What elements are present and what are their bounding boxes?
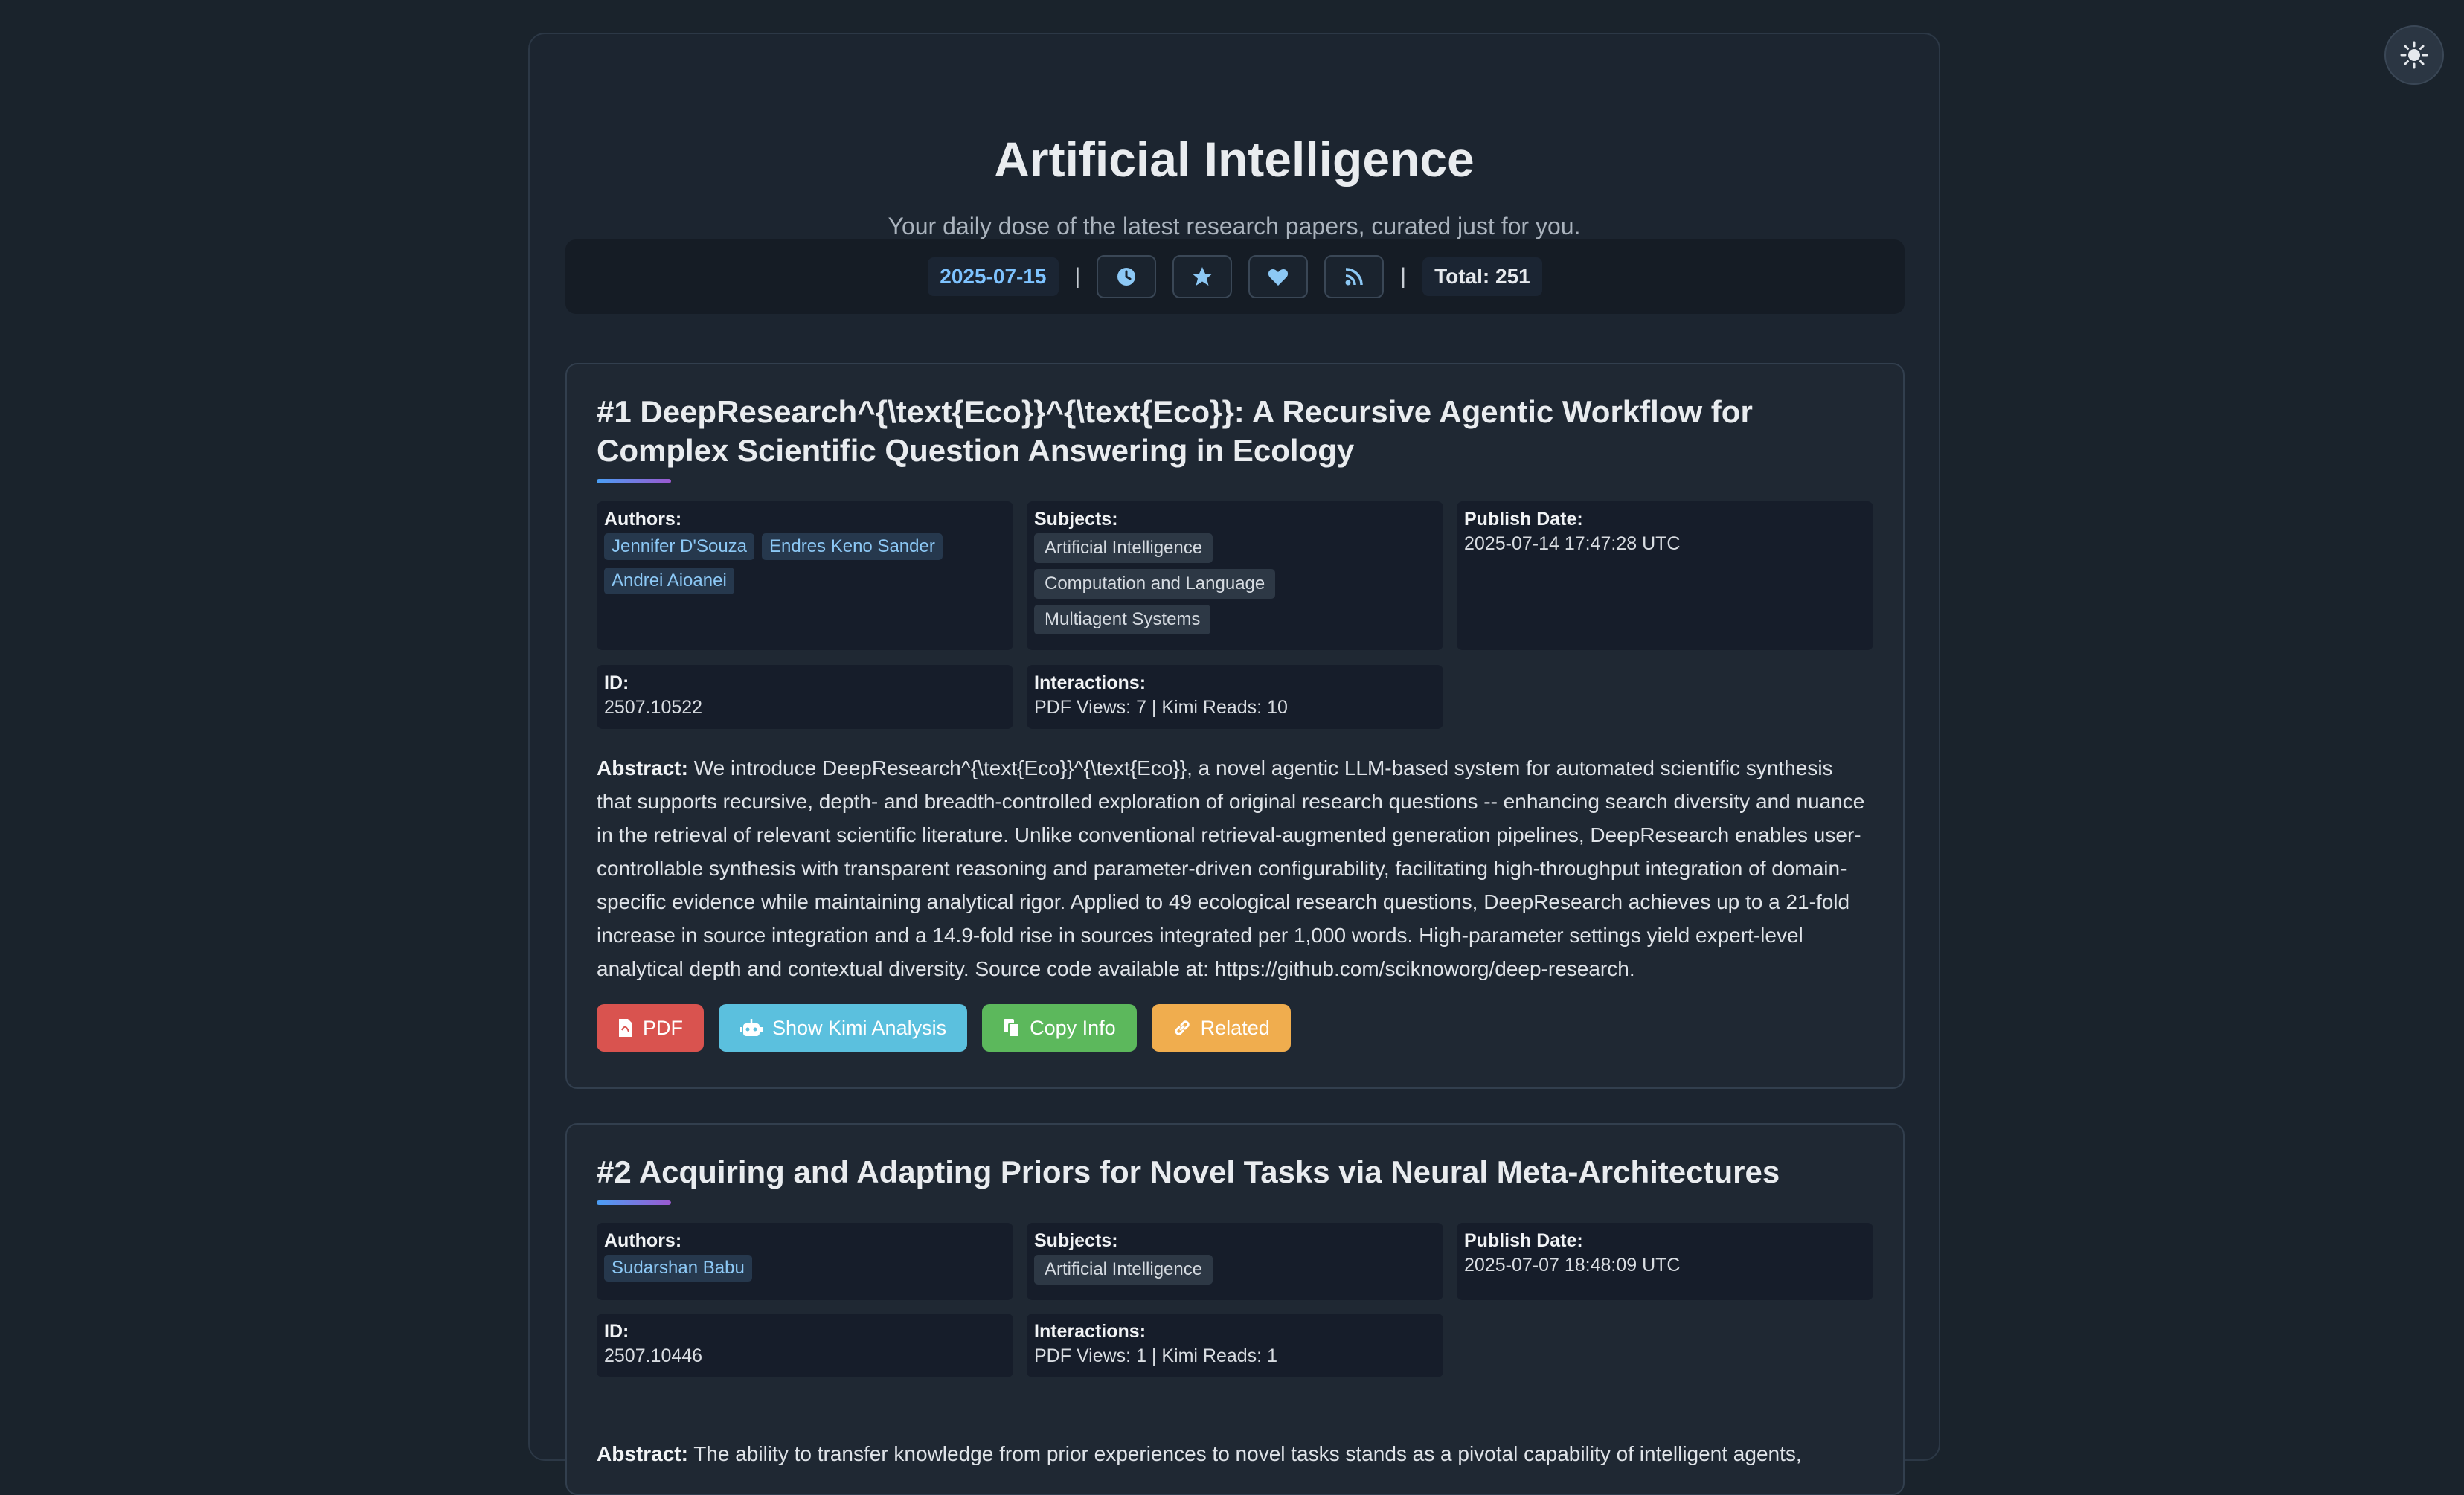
subject-tag[interactable]: Multiagent Systems bbox=[1034, 605, 1211, 634]
history-button[interactable] bbox=[1097, 255, 1157, 298]
id-label: ID: bbox=[604, 1321, 629, 1342]
likes-button[interactable] bbox=[1248, 255, 1309, 298]
copy-icon bbox=[1004, 1019, 1021, 1038]
separator: | bbox=[1074, 264, 1081, 289]
title-underline bbox=[597, 1200, 671, 1205]
authors-box: Authors: Jennifer D'Souza Endres Keno Sa… bbox=[597, 501, 1013, 650]
publish-date-label: Publish Date: bbox=[1464, 1230, 1583, 1251]
link-icon bbox=[1175, 1020, 1190, 1035]
interactions-label: Interactions: bbox=[1034, 672, 1146, 693]
interactions-value: PDF Views: 7 | Kimi Reads: 10 bbox=[1034, 697, 1288, 718]
publish-date-box: Publish Date: 2025-07-14 17:47:28 UTC bbox=[1457, 501, 1873, 650]
abstract: Abstract: We introduce DeepResearch^{\te… bbox=[597, 751, 1873, 986]
star-icon bbox=[1193, 267, 1213, 286]
kimi-button-label: Show Kimi Analysis bbox=[772, 1016, 947, 1039]
subjects-box: Subjects: Artificial Intelligence bbox=[1027, 1223, 1443, 1300]
related-button[interactable]: Related bbox=[1151, 1004, 1291, 1052]
toolbar: 2025-07-15 | | Total: 251 bbox=[565, 239, 1905, 314]
subject-tag[interactable]: Computation and Language bbox=[1034, 569, 1276, 599]
sun-icon bbox=[2400, 41, 2428, 69]
abstract-label: Abstract: bbox=[597, 1442, 688, 1465]
id-box: ID: 2507.10522 bbox=[597, 665, 1013, 729]
pdf-button[interactable]: PDF bbox=[597, 1004, 704, 1052]
author-tag[interactable]: Endres Keno Sander bbox=[762, 533, 943, 560]
total-count: Total: 251 bbox=[1422, 257, 1542, 296]
publish-date-label: Publish Date: bbox=[1464, 509, 1583, 530]
authors-box: Authors: Sudarshan Babu bbox=[597, 1223, 1013, 1300]
page-title: Artificial Intelligence bbox=[994, 132, 1475, 187]
title-underline bbox=[597, 479, 671, 483]
rss-icon bbox=[1345, 268, 1364, 286]
subject-tag[interactable]: Artificial Intelligence bbox=[1034, 1255, 1213, 1285]
related-button-label: Related bbox=[1200, 1016, 1270, 1039]
interactions-label: Interactions: bbox=[1034, 1321, 1146, 1342]
id-box: ID: 2507.10446 bbox=[597, 1314, 1013, 1377]
interactions-box: Interactions: PDF Views: 1 | Kimi Reads:… bbox=[1027, 1314, 1443, 1377]
author-tag[interactable]: Jennifer D'Souza bbox=[604, 533, 755, 560]
publish-date-value: 2025-07-07 18:48:09 UTC bbox=[1464, 1255, 1681, 1276]
subjects-box: Subjects: Artificial Intelligence Comput… bbox=[1027, 501, 1443, 650]
rss-button[interactable] bbox=[1324, 255, 1385, 298]
author-tag[interactable]: Sudarshan Babu bbox=[604, 1255, 752, 1282]
pdf-button-label: PDF bbox=[643, 1016, 683, 1039]
id-label: ID: bbox=[604, 672, 629, 693]
interactions-value: PDF Views: 1 | Kimi Reads: 1 bbox=[1034, 1346, 1277, 1366]
id-value: 2507.10446 bbox=[604, 1346, 703, 1366]
author-tag[interactable]: Andrei Aioanei bbox=[604, 568, 734, 594]
paper-title[interactable]: #2 Acquiring and Adapting Priors for Nov… bbox=[597, 1153, 1881, 1192]
subjects-label: Subjects: bbox=[1034, 509, 1118, 530]
theme-toggle-button[interactable] bbox=[2384, 25, 2444, 85]
abstract-label: Abstract: bbox=[597, 756, 688, 779]
publish-date-value: 2025-07-14 17:47:28 UTC bbox=[1464, 533, 1681, 554]
copy-button-label: Copy Info bbox=[1030, 1016, 1116, 1039]
abstract-text: The ability to transfer knowledge from p… bbox=[693, 1442, 1802, 1465]
abstract: Abstract: The ability to transfer knowle… bbox=[597, 1437, 1873, 1470]
robot-icon bbox=[740, 1019, 763, 1036]
paper-actions: PDF Show Kimi Analysis Copy Info Related bbox=[597, 1004, 1291, 1052]
authors-label: Authors: bbox=[604, 509, 682, 530]
paper-card: #2 Acquiring and Adapting Priors for Nov… bbox=[565, 1123, 1905, 1495]
paper-card: #1 DeepResearch^{\text{Eco}}^{\text{Eco}… bbox=[565, 363, 1905, 1089]
publish-date-box: Publish Date: 2025-07-07 18:48:09 UTC bbox=[1457, 1223, 1873, 1300]
file-pdf-icon bbox=[619, 1019, 632, 1037]
subjects-label: Subjects: bbox=[1034, 1230, 1118, 1251]
authors-label: Authors: bbox=[604, 1230, 682, 1251]
paper-title[interactable]: #1 DeepResearch^{\text{Eco}}^{\text{Eco}… bbox=[597, 393, 1881, 470]
copy-info-button[interactable]: Copy Info bbox=[982, 1004, 1137, 1052]
abstract-text: We introduce DeepResearch^{\text{Eco}}^{… bbox=[597, 756, 1865, 980]
page-tagline: Your daily dose of the latest research p… bbox=[888, 213, 1581, 239]
favorites-button[interactable] bbox=[1172, 255, 1233, 298]
date-badge[interactable]: 2025-07-15 bbox=[928, 257, 1059, 296]
kimi-analysis-button[interactable]: Show Kimi Analysis bbox=[719, 1004, 968, 1052]
main-container: Artificial Intelligence Your daily dose … bbox=[528, 33, 1940, 1495]
clock-icon bbox=[1117, 268, 1136, 286]
id-value: 2507.10522 bbox=[604, 697, 703, 718]
interactions-box: Interactions: PDF Views: 7 | Kimi Reads:… bbox=[1027, 665, 1443, 729]
heart-icon bbox=[1268, 269, 1289, 286]
separator: | bbox=[1400, 264, 1407, 289]
subject-tag[interactable]: Artificial Intelligence bbox=[1034, 533, 1213, 563]
